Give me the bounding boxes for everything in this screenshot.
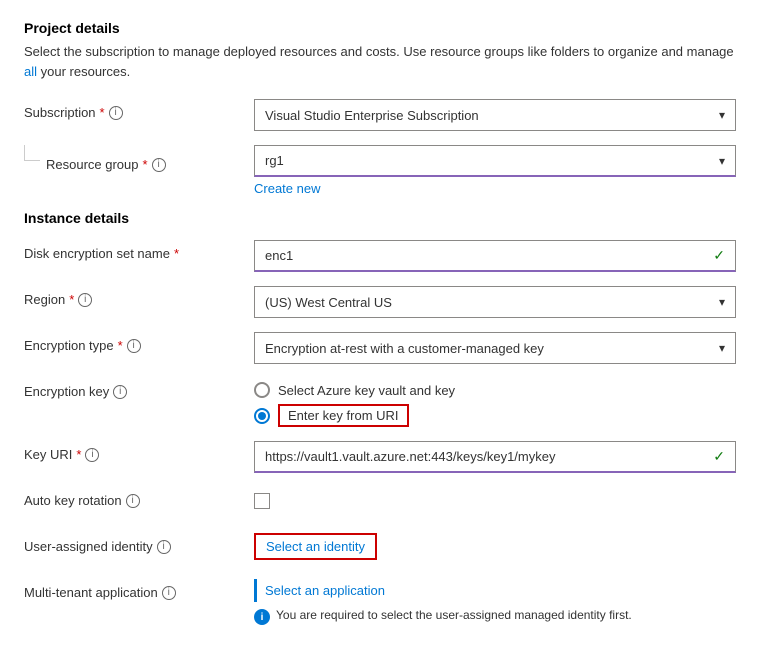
disk-encryption-check-icon: ✓ xyxy=(713,247,725,264)
multi-tenant-note: i You are required to select the user-as… xyxy=(254,608,736,625)
subscription-chevron-icon: ▾ xyxy=(719,108,725,122)
multi-tenant-application-label: Multi-tenant application i xyxy=(24,579,254,600)
subscription-control: Visual Studio Enterprise Subscription ▾ xyxy=(254,99,736,131)
key-uri-value: https://vault1.vault.azure.net:443/keys/… xyxy=(265,449,555,464)
encryption-key-option2[interactable]: Enter key from URI xyxy=(254,404,736,427)
encryption-key-radio-group: Select Azure key vault and key Enter key… xyxy=(254,378,736,427)
multi-tenant-note-text: You are required to select the user-assi… xyxy=(276,608,632,622)
resource-group-label: Resource group * i xyxy=(46,151,276,172)
all-resources-link[interactable]: all xyxy=(24,64,37,79)
encryption-type-select[interactable]: Encryption at-rest with a customer-manag… xyxy=(254,332,736,364)
auto-key-rotation-control xyxy=(254,487,736,512)
note-info-icon: i xyxy=(254,609,270,625)
resource-group-value: rg1 xyxy=(265,153,284,168)
region-select[interactable]: (US) West Central US ▾ xyxy=(254,286,736,318)
user-assigned-identity-info-icon[interactable]: i xyxy=(157,540,171,554)
subscription-required: * xyxy=(100,105,105,120)
region-group: Region * i (US) West Central US ▾ xyxy=(24,286,736,318)
subscription-label: Subscription * i xyxy=(24,99,254,120)
resource-group-chevron-icon: ▾ xyxy=(719,154,725,168)
select-identity-button[interactable]: Select an identity xyxy=(254,533,377,560)
multi-tenant-application-group: Multi-tenant application i Select an app… xyxy=(24,579,736,625)
auto-key-rotation-group: Auto key rotation i xyxy=(24,487,736,519)
resource-group-label-container: Resource group * i xyxy=(24,145,254,172)
encryption-key-radio2-icon xyxy=(254,408,270,424)
project-details-title: Project details xyxy=(24,20,736,36)
subscription-value: Visual Studio Enterprise Subscription xyxy=(265,108,479,123)
encryption-type-info-icon[interactable]: i xyxy=(127,339,141,353)
user-assigned-identity-control: Select an identity xyxy=(254,533,736,560)
region-control: (US) West Central US ▾ xyxy=(254,286,736,318)
project-details-section: Project details Select the subscription … xyxy=(24,20,736,196)
resource-group-select[interactable]: rg1 ▾ xyxy=(254,145,736,177)
key-uri-check-icon: ✓ xyxy=(713,448,725,465)
instance-details-title: Instance details xyxy=(24,210,736,226)
user-assigned-identity-label: User-assigned identity i xyxy=(24,533,254,554)
key-uri-required: * xyxy=(76,447,81,462)
region-chevron-icon: ▾ xyxy=(719,295,725,309)
resource-group-control: rg1 ▾ Create new xyxy=(254,145,736,196)
encryption-key-control: Select Azure key vault and key Enter key… xyxy=(254,378,736,427)
encryption-key-option1-label: Select Azure key vault and key xyxy=(278,383,455,398)
auto-key-rotation-checkbox[interactable] xyxy=(254,493,270,509)
auto-key-rotation-info-icon[interactable]: i xyxy=(126,494,140,508)
key-uri-group: Key URI * i https://vault1.vault.azure.n… xyxy=(24,441,736,473)
select-identity-label: Select an identity xyxy=(266,539,365,554)
select-application-button[interactable]: Select an application xyxy=(254,579,736,602)
user-assigned-identity-group: User-assigned identity i Select an ident… xyxy=(24,533,736,565)
region-info-icon[interactable]: i xyxy=(78,293,92,307)
key-uri-control: https://vault1.vault.azure.net:443/keys/… xyxy=(254,441,736,473)
encryption-type-group: Encryption type * i Encryption at-rest w… xyxy=(24,332,736,364)
indent-line xyxy=(24,145,40,161)
resource-group-required: * xyxy=(143,157,148,172)
encryption-key-group: Encryption key i Select Azure key vault … xyxy=(24,378,736,427)
resource-group-info-icon[interactable]: i xyxy=(152,158,166,172)
encryption-key-option2-label: Enter key from URI xyxy=(278,404,409,427)
key-uri-info-icon[interactable]: i xyxy=(85,448,99,462)
encryption-type-control: Encryption at-rest with a customer-manag… xyxy=(254,332,736,364)
instance-details-section: Instance details Disk encryption set nam… xyxy=(24,210,736,625)
disk-encryption-required: * xyxy=(174,246,179,261)
disk-encryption-name-input[interactable]: enc1 ✓ xyxy=(254,240,736,272)
disk-encryption-name-value: enc1 xyxy=(265,248,293,263)
encryption-key-option1[interactable]: Select Azure key vault and key xyxy=(254,382,736,398)
key-uri-label: Key URI * i xyxy=(24,441,254,462)
resource-group-group: Resource group * i rg1 ▾ Create new xyxy=(24,145,736,196)
encryption-type-chevron-icon: ▾ xyxy=(719,341,725,355)
key-uri-input[interactable]: https://vault1.vault.azure.net:443/keys/… xyxy=(254,441,736,473)
project-details-description: Select the subscription to manage deploy… xyxy=(24,42,736,81)
create-new-link[interactable]: Create new xyxy=(254,181,320,196)
encryption-type-required: * xyxy=(118,338,123,353)
region-value: (US) West Central US xyxy=(265,295,392,310)
subscription-group: Subscription * i Visual Studio Enterpris… xyxy=(24,99,736,131)
auto-key-rotation-label: Auto key rotation i xyxy=(24,487,254,508)
disk-encryption-name-group: Disk encryption set name * enc1 ✓ xyxy=(24,240,736,272)
region-label: Region * i xyxy=(24,286,254,307)
subscription-select[interactable]: Visual Studio Enterprise Subscription ▾ xyxy=(254,99,736,131)
multi-tenant-application-control: Select an application i You are required… xyxy=(254,579,736,625)
encryption-type-value: Encryption at-rest with a customer-manag… xyxy=(265,341,544,356)
encryption-key-radio1-icon xyxy=(254,382,270,398)
multi-tenant-application-info-icon[interactable]: i xyxy=(162,586,176,600)
encryption-key-info-icon[interactable]: i xyxy=(113,385,127,399)
disk-encryption-name-control: enc1 ✓ xyxy=(254,240,736,272)
region-required: * xyxy=(69,292,74,307)
disk-encryption-name-label: Disk encryption set name * xyxy=(24,240,254,261)
subscription-info-icon[interactable]: i xyxy=(109,106,123,120)
select-application-label: Select an application xyxy=(265,583,385,598)
encryption-type-label: Encryption type * i xyxy=(24,332,254,353)
encryption-key-label: Encryption key i xyxy=(24,378,254,399)
